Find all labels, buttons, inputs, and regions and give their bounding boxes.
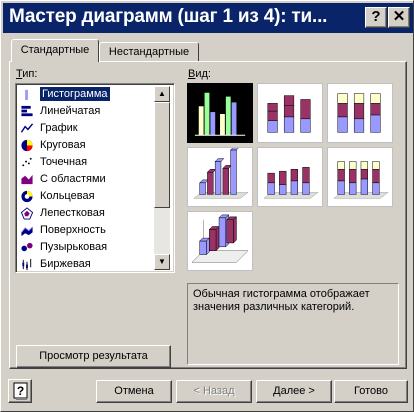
donut-chart-icon bbox=[21, 190, 33, 203]
3d-100-percent-stacked-column-thumbnail-icon bbox=[333, 161, 389, 199]
chart-type-item[interactable]: Поверхность bbox=[18, 222, 156, 239]
column-chart-icon bbox=[21, 89, 32, 101]
chart-type-label: Гистограмма bbox=[40, 87, 110, 101]
subtype-3d-stacked-column[interactable] bbox=[257, 147, 323, 207]
help-icon: ? bbox=[13, 382, 28, 400]
subtype-description: Обычная гистограмма отображает значения … bbox=[187, 283, 399, 365]
subtype-clustered-column[interactable] bbox=[187, 83, 253, 143]
chart-subtype-gallery bbox=[187, 83, 399, 273]
arrow-up-icon: ▲ bbox=[158, 89, 166, 98]
chart-type-label: Поверхность bbox=[40, 224, 106, 236]
scroll-up-button[interactable]: ▲ bbox=[154, 86, 170, 102]
chart-type-label: График bbox=[40, 122, 78, 134]
chart-type-list[interactable]: Гистограмма Линейчатая График Круговая Точеч… bbox=[15, 83, 175, 273]
chart-type-item[interactable]: С областями bbox=[18, 171, 156, 188]
3d-column-thumbnail-icon bbox=[191, 214, 249, 263]
chart-type-label: Линейчатая bbox=[40, 105, 101, 117]
window-title: Мастер диаграмм (шаг 1 из 4): ти... bbox=[9, 6, 328, 27]
title-bar[interactable]: Мастер диаграмм (шаг 1 из 4): ти... ? ✕ bbox=[3, 3, 413, 33]
subtype-stacked-column[interactable] bbox=[257, 83, 323, 143]
surface-chart-icon bbox=[21, 226, 33, 237]
chart-type-item[interactable]: Лепестковая bbox=[18, 205, 156, 222]
bubble-chart-icon bbox=[21, 242, 33, 252]
chart-type-label: Пузырьковая bbox=[40, 241, 108, 253]
chart-type-item[interactable]: Точечная bbox=[18, 154, 156, 171]
chart-type-item[interactable]: Гистограмма bbox=[18, 86, 156, 103]
cancel-button[interactable]: Отмена bbox=[96, 380, 172, 403]
chart-type-item[interactable]: Кольцевая bbox=[18, 188, 156, 205]
bar-chart-icon bbox=[21, 105, 33, 117]
chart-type-item[interactable]: Биржевая bbox=[18, 256, 156, 272]
chart-type-item[interactable]: Пузырьковая bbox=[18, 239, 156, 256]
area-chart-icon bbox=[21, 174, 33, 185]
stacked-column-thumbnail-icon bbox=[267, 95, 311, 133]
subtype-3d-column[interactable] bbox=[187, 211, 253, 271]
back-button: < Назад bbox=[176, 380, 252, 403]
next-button[interactable]: Далее > bbox=[256, 380, 332, 403]
chart-type-label: Кольцевая bbox=[40, 190, 95, 202]
subtype-3d-100-percent-stacked-column[interactable] bbox=[327, 147, 393, 207]
chart-type-label: С областями bbox=[40, 173, 106, 185]
stock-chart-icon bbox=[22, 258, 32, 271]
subtype-3d-clustered-column[interactable] bbox=[187, 147, 253, 207]
preview-button[interactable]: Просмотр результата bbox=[16, 345, 171, 368]
svg-text:?: ? bbox=[17, 384, 24, 398]
chart-type-label: Биржевая bbox=[40, 258, 91, 270]
finish-button[interactable]: Готово bbox=[334, 380, 408, 403]
close-button[interactable]: ✕ bbox=[388, 7, 410, 28]
subtype-100-percent-stacked-column[interactable] bbox=[327, 83, 393, 143]
radar-chart-icon bbox=[20, 207, 34, 220]
chart-type-item[interactable]: Линейчатая bbox=[18, 103, 156, 120]
tab-custom[interactable]: Нестандартные bbox=[99, 42, 199, 62]
pie-chart-icon bbox=[21, 139, 33, 152]
arrow-down-icon: ▼ bbox=[158, 257, 166, 266]
3d-clustered-column-thumbnail-icon bbox=[193, 148, 249, 199]
100-percent-stacked-column-thumbnail-icon bbox=[337, 93, 381, 133]
tab-standard[interactable]: Стандартные bbox=[11, 39, 99, 62]
chart-type-label: Лепестковая bbox=[40, 207, 105, 219]
chart-type-item[interactable]: Круговая bbox=[18, 137, 156, 154]
chart-wizard-dialog: Мастер диаграмм (шаг 1 из 4): ти... ? ✕ … bbox=[0, 0, 414, 412]
scatter-chart-icon bbox=[22, 157, 32, 167]
line-chart-icon bbox=[20, 123, 34, 133]
chart-type-scrollbar[interactable]: ▲ ▼ bbox=[154, 86, 170, 270]
clustered-column-thumbnail-icon bbox=[194, 92, 246, 136]
chart-type-label: Точечная bbox=[40, 156, 88, 168]
chart-type-label: Круговая bbox=[40, 139, 86, 151]
3d-stacked-column-thumbnail-icon bbox=[263, 167, 319, 199]
chart-type-item[interactable]: График bbox=[18, 120, 156, 137]
close-icon: ✕ bbox=[392, 8, 406, 25]
title-help-button[interactable]: ? bbox=[365, 7, 387, 28]
scroll-thumb[interactable] bbox=[154, 102, 170, 208]
scroll-down-button[interactable]: ▼ bbox=[154, 254, 170, 270]
help-button[interactable]: ? bbox=[8, 379, 32, 403]
